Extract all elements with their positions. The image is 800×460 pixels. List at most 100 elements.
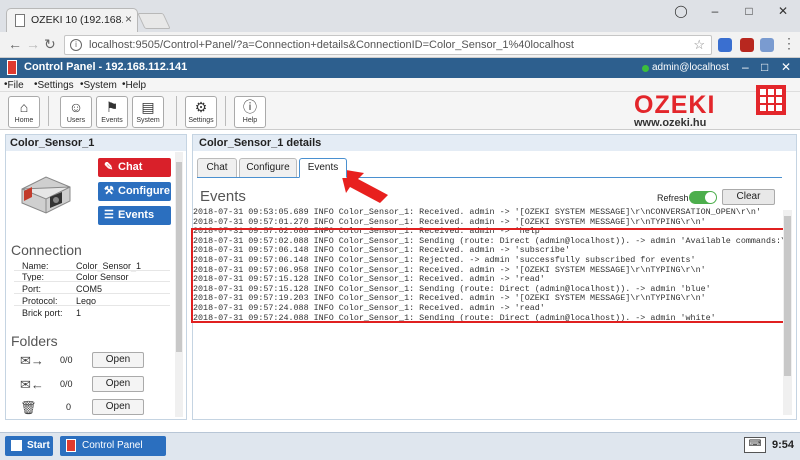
help-icon: ⓘ xyxy=(243,99,257,115)
tab-configure[interactable]: Configure xyxy=(239,158,297,178)
folder-row-inbox: ✉→ 0/0 Open xyxy=(20,352,170,370)
detail-brick-port: Brick port: 1 xyxy=(22,308,81,318)
tab-events[interactable]: Events xyxy=(299,158,347,178)
reload-icon[interactable]: ↻ xyxy=(44,36,56,53)
close-tab-icon[interactable]: × xyxy=(125,12,132,26)
control-panel-icon xyxy=(7,60,17,75)
forward-icon[interactable]: → xyxy=(26,36,40,52)
menu-system[interactable]: • System xyxy=(80,79,117,91)
restore-icon[interactable]: □ xyxy=(732,0,766,24)
open-inbox-button[interactable]: Open xyxy=(92,352,144,368)
connection-heading: Connection xyxy=(11,242,82,258)
tab-underline xyxy=(197,177,782,178)
ribbon-divider xyxy=(225,96,226,126)
detail-value: 1 xyxy=(76,308,82,318)
settings-label: Settings xyxy=(188,117,214,124)
menu-file[interactable]: • File xyxy=(4,79,24,91)
logo-brand: OZEKI xyxy=(634,91,716,119)
divider xyxy=(14,305,170,306)
app-minimize-icon[interactable]: – xyxy=(742,60,749,74)
back-icon[interactable]: ← xyxy=(8,36,22,52)
connection-panel-title: Color_Sensor_1 xyxy=(6,135,186,151)
scrollbar-thumb[interactable] xyxy=(784,216,791,376)
close-icon[interactable]: ✕ xyxy=(766,0,800,24)
help-button[interactable]: ⓘ Help xyxy=(234,96,266,128)
system-button[interactable]: ▤ System xyxy=(132,96,164,128)
menu-settings-label: Settings xyxy=(37,80,74,91)
wrench-icon: ⚒ xyxy=(104,185,114,197)
configure-button-label: Configure xyxy=(118,185,170,197)
events-action-button[interactable]: ☰ Events xyxy=(98,206,171,225)
extension-2-icon[interactable] xyxy=(760,38,774,52)
chat-button-label: Chat xyxy=(118,161,143,173)
configure-button[interactable]: ⚒ Configure xyxy=(98,182,171,201)
home-icon: ⌂ xyxy=(19,99,29,115)
open-outbox-button[interactable]: Open xyxy=(92,376,144,392)
chat-button[interactable]: ✎ Chat xyxy=(98,158,171,177)
help-label: Help xyxy=(242,117,258,124)
folder-count: 0/0 xyxy=(60,379,73,389)
divider xyxy=(14,293,170,294)
color-sensor-device-image xyxy=(21,176,71,214)
highlight-box xyxy=(191,228,785,323)
menu-system-label: System xyxy=(83,80,117,91)
clear-button[interactable]: Clear xyxy=(722,189,775,205)
start-button[interactable]: Start xyxy=(5,436,53,456)
home-label: Home xyxy=(14,117,34,124)
outbox-icon: ✉← xyxy=(20,377,44,392)
ozeki-logo: OZEKI www.ozeki.hu xyxy=(634,91,754,130)
tab-chat[interactable]: Chat xyxy=(197,158,237,178)
events-button[interactable]: ⚑ Events xyxy=(96,96,128,128)
menu-dots-icon[interactable]: ⋮ xyxy=(782,35,796,52)
url-text: localhost:9505/Control+Panel/?a=Connecti… xyxy=(89,39,574,51)
folder-count: 0/0 xyxy=(60,355,73,365)
browser-toolbar: ← → ↻ i localhost:9505/Control+Panel/?a=… xyxy=(0,32,800,58)
app-close-icon[interactable]: ✕ xyxy=(781,60,791,74)
events-heading: Events xyxy=(200,188,246,205)
open-trash-button[interactable]: Open xyxy=(92,399,144,415)
menu-settings[interactable]: • Settings xyxy=(34,79,74,91)
detail-key: Brick port: xyxy=(22,308,63,318)
settings-icon: ⚙ xyxy=(194,99,208,115)
app-maximize-icon[interactable]: □ xyxy=(761,60,768,74)
app-header: Control Panel - 192.168.112.141 admin@lo… xyxy=(0,58,800,78)
minimize-icon[interactable]: – xyxy=(698,0,732,24)
users-button[interactable]: ☺ Users xyxy=(60,96,92,128)
bookmark-star-icon[interactable]: ☆ xyxy=(693,37,705,53)
trash-icon: 🗑 xyxy=(20,400,37,415)
folders-heading: Folders xyxy=(11,333,58,349)
online-status-icon xyxy=(642,65,649,72)
user-name[interactable]: admin@localhost xyxy=(652,62,729,73)
logo-grid-icon xyxy=(756,85,786,115)
browser-tab-title: OZEKI 10 (192.168.112.14 xyxy=(31,14,123,26)
ribbon-divider xyxy=(48,96,49,126)
log-scrollbar[interactable] xyxy=(783,210,792,415)
address-bar[interactable]: i localhost:9505/Control+Panel/?a=Connec… xyxy=(64,35,712,55)
details-panel-title: Color_Sensor_1 details xyxy=(193,135,796,151)
system-label: System xyxy=(136,117,160,124)
translate-extension-icon[interactable] xyxy=(718,38,732,52)
scrollbar-thumb[interactable] xyxy=(176,162,182,352)
menu-bar: • File • Settings • System • Help xyxy=(0,78,800,92)
account-icon[interactable]: ◯ xyxy=(664,0,698,24)
left-scrollbar[interactable] xyxy=(175,152,183,417)
events-label: Events xyxy=(101,117,123,124)
refresh-toggle[interactable] xyxy=(689,191,717,204)
system-icon: ▤ xyxy=(141,99,155,115)
users-label: Users xyxy=(66,117,86,124)
info-icon[interactable]: i xyxy=(70,39,82,51)
keyboard-icon[interactable]: ⌨ xyxy=(744,437,766,453)
browser-tab[interactable]: OZEKI 10 (192.168.112.14 × xyxy=(6,8,138,32)
menu-file-label: File xyxy=(7,80,24,91)
extension-icon[interactable] xyxy=(740,38,754,52)
divider xyxy=(14,270,170,271)
control-panel-icon xyxy=(66,439,76,452)
inbox-icon: ✉→ xyxy=(20,353,44,368)
menu-help[interactable]: • Help xyxy=(122,79,146,91)
home-button[interactable]: ⌂ Home xyxy=(8,96,40,128)
logo-site: www.ozeki.hu xyxy=(634,117,707,129)
list-icon: ☰ xyxy=(104,209,114,221)
taskbar-control-panel[interactable]: Control Panel xyxy=(60,436,166,456)
users-icon: ☺ xyxy=(68,99,84,115)
settings-button[interactable]: ⚙ Settings xyxy=(185,96,217,128)
